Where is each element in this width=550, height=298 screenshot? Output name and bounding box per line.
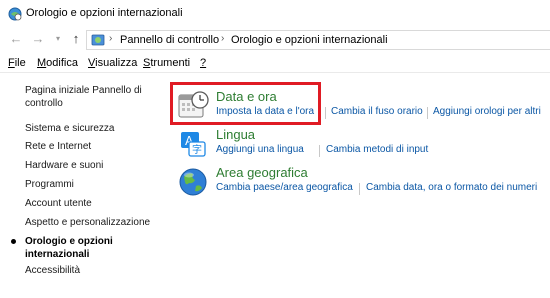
back-arrow-icon[interactable]: ← [8,31,24,47]
sidebar-item-clock-region-line2: internazionali [25,249,90,260]
breadcrumb-clock-region[interactable]: Orologio e opzioni internazionali [231,34,388,46]
current-item-bullet [11,239,16,244]
globe-icon[interactable] [177,166,209,198]
link-change-date-time-number-format[interactable]: Cambia data, ora o formato dei numeri [366,182,537,193]
link-add-clocks[interactable]: Aggiungi orologi per altri [433,106,541,117]
menu-strumenti[interactable]: Strumenti [143,57,190,69]
menu-help[interactable]: ? [200,57,206,69]
clock-globe-icon [8,7,22,21]
forward-arrow-icon[interactable]: → [30,31,46,47]
sidebar-item-system-security[interactable]: Sistema e sicurezza [25,122,114,135]
link-change-country-region[interactable]: Cambia paese/area geografica [216,182,353,193]
sidebar-item-user-accounts[interactable]: Account utente [25,197,92,210]
link-divider [325,107,326,119]
control-panel-icon [91,34,105,46]
link-change-input-methods[interactable]: Cambia metodi di input [326,144,428,155]
sidebar-item-appearance[interactable]: Aspetto e personalizzazione [25,216,150,229]
address-field[interactable]: › Pannello di controllo › Orologio e opz… [86,30,550,50]
sidebar-item-accessibility[interactable]: Accessibilità [25,264,80,277]
link-divider [427,107,428,119]
chevron-right-icon[interactable]: › [379,33,382,44]
link-divider [319,145,320,157]
link-add-language[interactable]: Aggiungi una lingua [216,144,304,155]
sidebar-home-link-line2[interactable]: controllo [25,97,63,110]
svg-text:字: 字 [192,143,202,156]
link-divider [359,183,360,195]
highlight-box [170,82,321,125]
menu-file[interactable]: File [8,57,26,69]
recent-dropdown-icon[interactable]: ▾ [50,31,66,47]
menu-bar: File Modifica Visualizza Strumenti ? [0,53,550,73]
address-bar: ← → ▾ ↑ › Pannello di controllo › Orolog… [0,27,550,53]
link-change-time-zone[interactable]: Cambia il fuso orario [331,106,423,117]
sidebar-item-hardware-sound[interactable]: Hardware e suoni [25,159,103,172]
chevron-right-icon[interactable]: › [221,33,224,44]
category-title-region[interactable]: Area geografica [216,165,308,180]
window-title: Orologio e opzioni internazionali [26,7,183,19]
menu-modifica[interactable]: Modifica [37,57,78,69]
breadcrumb-control-panel[interactable]: Pannello di controllo [120,34,219,46]
sidebar-item-programs[interactable]: Programmi [25,178,74,191]
sidebar-item-network-internet[interactable]: Rete e Internet [25,140,91,153]
sidebar-home-link[interactable]: Pagina iniziale Pannello di [25,84,142,97]
menu-visualizza[interactable]: Visualizza [88,57,137,69]
category-title-language[interactable]: Lingua [216,127,255,142]
up-arrow-icon[interactable]: ↑ [68,31,84,47]
language-icon[interactable]: A 字 [177,128,209,160]
title-bar: Orologio e opzioni internazionali [0,0,550,27]
sidebar-item-clock-region: Orologio e opzioni [25,236,113,247]
chevron-right-icon: › [109,33,113,44]
